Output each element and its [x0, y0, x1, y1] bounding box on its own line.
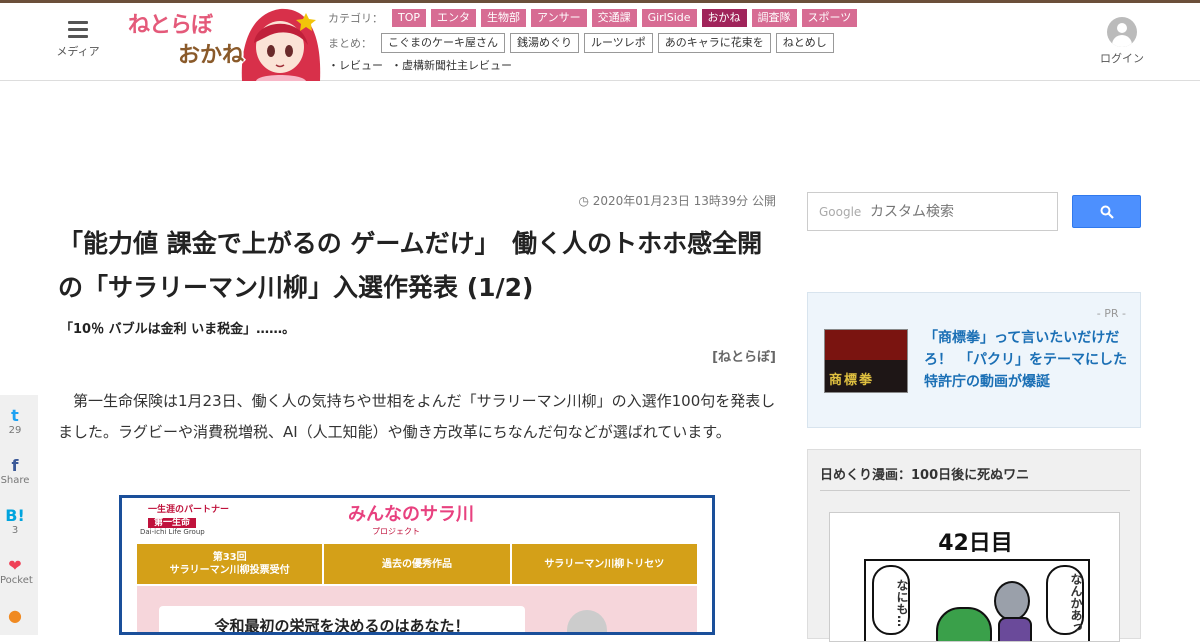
- mouse-illustration: [994, 581, 1030, 621]
- google-label: Google: [819, 205, 862, 219]
- hatena-icon: B!: [5, 506, 25, 525]
- facebook-icon: f: [11, 456, 19, 475]
- image-person: [567, 610, 607, 632]
- company-en: Dai-ichi Life Group: [140, 528, 205, 536]
- matome-label: まとめ：: [328, 37, 372, 50]
- article-image[interactable]: 一生涯のパートナー 第一生命 Dai-ichi Life Group みんなのサラ…: [119, 495, 715, 635]
- share-button[interactable]: B! 3: [0, 506, 30, 537]
- publish-date: ◷ 2020年01月23日 13時39分 公開: [560, 192, 776, 209]
- image-tab: 過去の優秀作品: [324, 544, 510, 584]
- search-input[interactable]: [868, 194, 1056, 229]
- article-subtitle: 「10％ バブルは金利 いま税金」……。: [60, 322, 296, 337]
- crocodile-illustration: [936, 607, 992, 641]
- category-tag[interactable]: おかね: [701, 9, 747, 27]
- category-tag[interactable]: TOP: [392, 9, 427, 27]
- image-tab-line: サラリーマン川柳投票受付: [169, 565, 290, 576]
- share-button[interactable]: f Share: [0, 456, 30, 487]
- review-nav: ・レビュー ・虚構新聞社主レビュー: [328, 57, 520, 73]
- sarasen-project: プロジェクト: [372, 527, 420, 536]
- article-title: 「能力値 課金で上がるの ゲームだけ」 働く人のトホホ感全開の「サラリーマン川柳…: [58, 229, 763, 302]
- matome-tag[interactable]: ルーツレポ: [584, 33, 653, 53]
- hamburger-icon: [68, 21, 88, 39]
- manga-title: 日めくり漫画：100日後に死ぬワニ: [820, 468, 1030, 483]
- category-nav: カテゴリ： TOP エンタ 生物部 アンサー 交通課 GirlSide おかね 調査隊 スポーツ: [328, 9, 858, 27]
- share-button[interactable]: ●: [0, 607, 30, 625]
- review-link[interactable]: ・レビュー: [328, 57, 383, 73]
- category-tag[interactable]: スポーツ: [801, 9, 858, 27]
- matome-tag[interactable]: こぐまのケーキ屋さん: [381, 33, 505, 53]
- manga-day: 42日目: [938, 531, 1013, 556]
- image-tab: サラリーマン川柳トリセツ: [511, 544, 697, 584]
- logo-sub-text: おかね: [178, 43, 245, 68]
- image-banner: 令和最初の栄冠を決めるのはあなた！: [159, 606, 525, 632]
- pr-box: - PR - 商標拳 「商標拳」って言いたいだけだろ！ 「パクリ」をテーマにした…: [807, 292, 1141, 428]
- image-tab-line: サラリーマン川柳トリセツ: [544, 558, 665, 570]
- pr-link[interactable]: 「商標拳」って言いたいだけだろ！ 「パクリ」をテーマにした特許庁の動画が爆誕: [924, 327, 1132, 393]
- login-button[interactable]: ログイン: [1098, 17, 1146, 66]
- image-tab-line: 過去の優秀作品: [381, 558, 452, 570]
- image-tabs: 第33回サラリーマン川柳投票受付 過去の優秀作品 サラリーマン川柳トリセツ: [137, 544, 697, 584]
- share-count: Pocket: [0, 575, 33, 586]
- pr-thumbnail-text: 商標拳: [829, 373, 875, 388]
- publish-date-text: 2020年01月23日 13時39分 公開: [592, 194, 776, 208]
- image-banner-area: 令和最初の栄冠を決めるのはあなた！: [137, 586, 697, 632]
- share-button[interactable]: t 29: [0, 406, 30, 437]
- category-tag[interactable]: エンタ: [431, 9, 477, 27]
- divider: [820, 490, 1130, 491]
- menu-button[interactable]: メディア: [52, 21, 104, 59]
- share-button[interactable]: ❤ Pocket: [0, 556, 33, 587]
- image-tab-line: 第33回: [212, 552, 247, 563]
- image-header: 一生涯のパートナー 第一生命 Dai-ichi Life Group みんなのサラ…: [122, 498, 712, 544]
- share-count: Share: [0, 475, 30, 486]
- company-tagline: 一生涯のパートナー 第一生命: [148, 505, 230, 528]
- twitter-icon: t: [11, 406, 19, 425]
- matome-tag[interactable]: ねとめし: [775, 33, 834, 53]
- manga-bubble-right: なんかあっ: [1046, 565, 1084, 635]
- line-icon: ●: [8, 606, 22, 625]
- search-icon: [1100, 205, 1114, 219]
- share-count: 29: [8, 425, 22, 436]
- matome-nav: まとめ： こぐまのケーキ屋さん 銭湯めぐり ルーツレポ あのキャラに花束を ねとめし: [328, 33, 834, 53]
- article-body: 第一生命保険は1月23日、働く人の気持ちや世相をよんだ「サラリーマン川柳」の入選…: [58, 392, 776, 441]
- search-box: Google: [807, 192, 1058, 231]
- category-tag[interactable]: 生物部: [481, 9, 527, 27]
- image-tab: 第33回サラリーマン川柳投票受付: [137, 544, 323, 584]
- manga-bubble-left: なにも…: [872, 565, 910, 635]
- site-logo[interactable]: ねとらぼ おかね: [126, 3, 332, 81]
- matome-tag[interactable]: 銭湯めぐり: [510, 33, 579, 53]
- pr-label: - PR -: [1096, 307, 1126, 320]
- matome-tag[interactable]: あのキャラに花束を: [657, 33, 771, 53]
- article-source: [ねとらぼ]: [712, 350, 776, 365]
- category-tag[interactable]: GirlSide: [641, 9, 697, 27]
- avatar-icon: [1107, 17, 1137, 47]
- search-button[interactable]: [1072, 195, 1141, 228]
- category-tag[interactable]: 調査隊: [751, 9, 797, 27]
- category-tag[interactable]: 交通課: [591, 9, 637, 27]
- review-link[interactable]: ・虚構新聞社主レビュー: [391, 57, 512, 73]
- login-label: ログイン: [1100, 52, 1144, 65]
- manga-panel[interactable]: 42日目 なにも… なんかあっ: [829, 512, 1120, 642]
- manga-box: 日めくり漫画：100日後に死ぬワニ 42日目 なにも… なんかあっ: [807, 449, 1141, 642]
- site-header: メディア ねとらぼ おかね カテゴリ： TOP エンタ 生物部 アンサー 交通課 Girl…: [0, 3, 1200, 81]
- menu-label: メディア: [56, 45, 100, 58]
- clock-icon: ◷: [578, 194, 593, 208]
- pocket-icon: ❤: [8, 556, 22, 575]
- share-bar: t 29 f Share B! 3 ❤ Pocket ●: [0, 395, 38, 635]
- pr-thumbnail[interactable]: 商標拳: [824, 329, 908, 393]
- logo-text: ねとらぼ: [128, 13, 213, 38]
- category-tag[interactable]: アンサー: [531, 9, 587, 27]
- category-label: カテゴリ：: [328, 12, 383, 25]
- share-count: 3: [11, 525, 19, 536]
- sarasen-logo: みんなのサラ川: [348, 504, 474, 525]
